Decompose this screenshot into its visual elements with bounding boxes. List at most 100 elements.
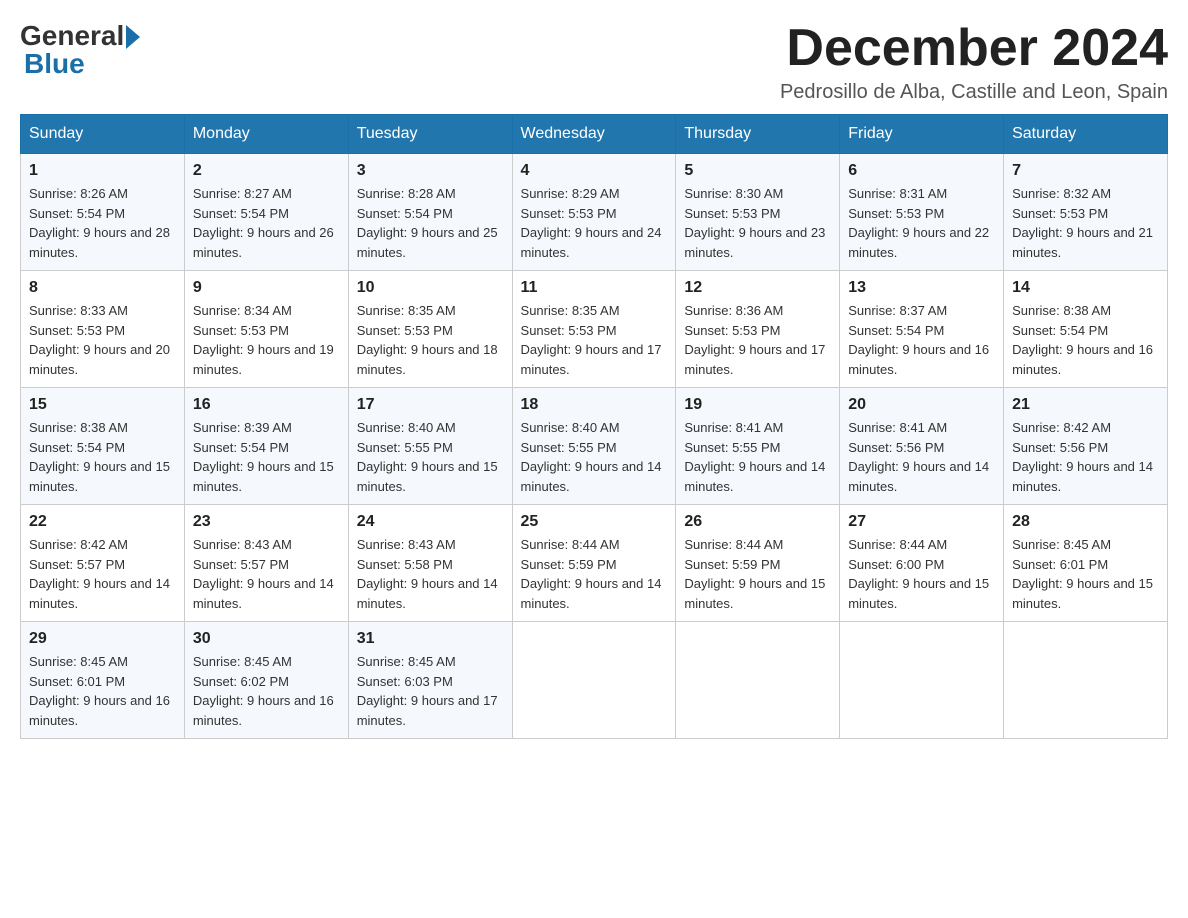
day-info: Sunrise: 8:39 AMSunset: 5:54 PMDaylight:…: [193, 418, 340, 496]
calendar-cell: 23Sunrise: 8:43 AMSunset: 5:57 PMDayligh…: [184, 505, 348, 622]
day-info: Sunrise: 8:37 AMSunset: 5:54 PMDaylight:…: [848, 301, 995, 379]
day-info: Sunrise: 8:41 AMSunset: 5:56 PMDaylight:…: [848, 418, 995, 496]
calendar-cell: [840, 622, 1004, 739]
day-info: Sunrise: 8:44 AMSunset: 5:59 PMDaylight:…: [684, 535, 831, 613]
day-info: Sunrise: 8:27 AMSunset: 5:54 PMDaylight:…: [193, 184, 340, 262]
calendar-cell: 18Sunrise: 8:40 AMSunset: 5:55 PMDayligh…: [512, 388, 676, 505]
day-info: Sunrise: 8:45 AMSunset: 6:01 PMDaylight:…: [29, 652, 176, 730]
calendar-cell: 8 Sunrise: 8:33 AMSunset: 5:53 PMDaylight…: [21, 271, 185, 388]
calendar-cell: 10 Sunrise: 8:35 AMSunset: 5:53 PMDayligh…: [348, 271, 512, 388]
calendar-cell: [512, 622, 676, 739]
calendar-cell: 28 Sunrise: 8:45 AMSunset: 6:01 PMDayligh…: [1004, 505, 1168, 622]
day-number: 28: [1012, 513, 1159, 531]
day-number: 1: [29, 162, 176, 180]
day-number: 16: [193, 396, 340, 414]
calendar-cell: 1 Sunrise: 8:26 AMSunset: 5:54 PMDaylight…: [21, 154, 185, 271]
day-number: 2: [193, 162, 340, 180]
day-info: Sunrise: 8:44 AMSunset: 6:00 PMDaylight:…: [848, 535, 995, 613]
calendar-cell: 17 Sunrise: 8:40 AMSunset: 5:55 PMDayligh…: [348, 388, 512, 505]
day-info: Sunrise: 8:26 AMSunset: 5:54 PMDaylight:…: [29, 184, 176, 262]
day-number: 30: [193, 630, 340, 648]
day-number: 6: [848, 162, 995, 180]
day-info: Sunrise: 8:29 AMSunset: 5:53 PMDaylight:…: [521, 184, 668, 262]
calendar-cell: 24 Sunrise: 8:43 AMSunset: 5:58 PMDayligh…: [348, 505, 512, 622]
day-info: Sunrise: 8:28 AMSunset: 5:54 PMDaylight:…: [357, 184, 504, 262]
day-number: 10: [357, 279, 504, 297]
calendar-cell: 31Sunrise: 8:45 AMSunset: 6:03 PMDayligh…: [348, 622, 512, 739]
col-header-sunday: Sunday: [21, 115, 185, 154]
col-header-thursday: Thursday: [676, 115, 840, 154]
day-info: Sunrise: 8:43 AMSunset: 5:58 PMDaylight:…: [357, 535, 504, 613]
col-header-friday: Friday: [840, 115, 1004, 154]
calendar-cell: 22 Sunrise: 8:42 AMSunset: 5:57 PMDayligh…: [21, 505, 185, 622]
calendar-cell: 11 Sunrise: 8:35 AMSunset: 5:53 PMDayligh…: [512, 271, 676, 388]
calendar-week-1: 1 Sunrise: 8:26 AMSunset: 5:54 PMDaylight…: [21, 154, 1168, 271]
day-number: 22: [29, 513, 176, 531]
day-number: 17: [357, 396, 504, 414]
day-number: 19: [684, 396, 831, 414]
calendar-week-3: 15 Sunrise: 8:38 AMSunset: 5:54 PMDayligh…: [21, 388, 1168, 505]
day-number: 11: [521, 279, 668, 297]
col-header-tuesday: Tuesday: [348, 115, 512, 154]
calendar-cell: 4 Sunrise: 8:29 AMSunset: 5:53 PMDaylight…: [512, 154, 676, 271]
title-block: December 2024 Pedrosillo de Alba, Castil…: [780, 20, 1168, 104]
calendar-cell: [676, 622, 840, 739]
day-number: 14: [1012, 279, 1159, 297]
day-info: Sunrise: 8:38 AMSunset: 5:54 PMDaylight:…: [29, 418, 176, 496]
calendar-week-2: 8 Sunrise: 8:33 AMSunset: 5:53 PMDaylight…: [21, 271, 1168, 388]
col-header-monday: Monday: [184, 115, 348, 154]
day-number: 25: [521, 513, 668, 531]
day-info: Sunrise: 8:41 AMSunset: 5:55 PMDaylight:…: [684, 418, 831, 496]
calendar-cell: 20 Sunrise: 8:41 AMSunset: 5:56 PMDayligh…: [840, 388, 1004, 505]
calendar-cell: 16 Sunrise: 8:39 AMSunset: 5:54 PMDayligh…: [184, 388, 348, 505]
logo: General Blue: [20, 20, 140, 80]
calendar-cell: 6 Sunrise: 8:31 AMSunset: 5:53 PMDaylight…: [840, 154, 1004, 271]
calendar-cell: 12Sunrise: 8:36 AMSunset: 5:53 PMDayligh…: [676, 271, 840, 388]
day-number: 5: [684, 162, 831, 180]
calendar-cell: 29 Sunrise: 8:45 AMSunset: 6:01 PMDayligh…: [21, 622, 185, 739]
logo-blue-text: Blue: [24, 48, 85, 80]
location-subtitle: Pedrosillo de Alba, Castille and Leon, S…: [780, 81, 1168, 104]
day-number: 13: [848, 279, 995, 297]
calendar-cell: 21Sunrise: 8:42 AMSunset: 5:56 PMDayligh…: [1004, 388, 1168, 505]
day-number: 21: [1012, 396, 1159, 414]
calendar-table: SundayMondayTuesdayWednesdayThursdayFrid…: [20, 114, 1168, 739]
day-info: Sunrise: 8:40 AMSunset: 5:55 PMDaylight:…: [521, 418, 668, 496]
col-header-wednesday: Wednesday: [512, 115, 676, 154]
calendar-cell: 15 Sunrise: 8:38 AMSunset: 5:54 PMDayligh…: [21, 388, 185, 505]
calendar-cell: 30 Sunrise: 8:45 AMSunset: 6:02 PMDayligh…: [184, 622, 348, 739]
calendar-week-4: 22 Sunrise: 8:42 AMSunset: 5:57 PMDayligh…: [21, 505, 1168, 622]
calendar-cell: 5 Sunrise: 8:30 AMSunset: 5:53 PMDaylight…: [676, 154, 840, 271]
day-info: Sunrise: 8:38 AMSunset: 5:54 PMDaylight:…: [1012, 301, 1159, 379]
day-number: 24: [357, 513, 504, 531]
day-info: Sunrise: 8:44 AMSunset: 5:59 PMDaylight:…: [521, 535, 668, 613]
calendar-week-5: 29 Sunrise: 8:45 AMSunset: 6:01 PMDayligh…: [21, 622, 1168, 739]
calendar-cell: 2 Sunrise: 8:27 AMSunset: 5:54 PMDaylight…: [184, 154, 348, 271]
calendar-cell: 7Sunrise: 8:32 AMSunset: 5:53 PMDaylight…: [1004, 154, 1168, 271]
calendar-cell: 19 Sunrise: 8:41 AMSunset: 5:55 PMDayligh…: [676, 388, 840, 505]
day-info: Sunrise: 8:33 AMSunset: 5:53 PMDaylight:…: [29, 301, 176, 379]
day-number: 20: [848, 396, 995, 414]
month-title: December 2024: [780, 20, 1168, 77]
col-header-saturday: Saturday: [1004, 115, 1168, 154]
day-number: 8: [29, 279, 176, 297]
day-info: Sunrise: 8:45 AMSunset: 6:02 PMDaylight:…: [193, 652, 340, 730]
calendar-cell: 14 Sunrise: 8:38 AMSunset: 5:54 PMDayligh…: [1004, 271, 1168, 388]
day-info: Sunrise: 8:35 AMSunset: 5:53 PMDaylight:…: [357, 301, 504, 379]
day-info: Sunrise: 8:32 AMSunset: 5:53 PMDaylight:…: [1012, 184, 1159, 262]
logo-arrow-icon: [126, 25, 140, 49]
day-info: Sunrise: 8:34 AMSunset: 5:53 PMDaylight:…: [193, 301, 340, 379]
day-info: Sunrise: 8:45 AMSunset: 6:01 PMDaylight:…: [1012, 535, 1159, 613]
day-number: 12: [684, 279, 831, 297]
day-number: 29: [29, 630, 176, 648]
day-info: Sunrise: 8:35 AMSunset: 5:53 PMDaylight:…: [521, 301, 668, 379]
day-info: Sunrise: 8:42 AMSunset: 5:57 PMDaylight:…: [29, 535, 176, 613]
day-number: 15: [29, 396, 176, 414]
day-number: 4: [521, 162, 668, 180]
day-info: Sunrise: 8:30 AMSunset: 5:53 PMDaylight:…: [684, 184, 831, 262]
day-info: Sunrise: 8:43 AMSunset: 5:57 PMDaylight:…: [193, 535, 340, 613]
calendar-cell: 25 Sunrise: 8:44 AMSunset: 5:59 PMDayligh…: [512, 505, 676, 622]
day-number: 9: [193, 279, 340, 297]
day-info: Sunrise: 8:40 AMSunset: 5:55 PMDaylight:…: [357, 418, 504, 496]
day-info: Sunrise: 8:31 AMSunset: 5:53 PMDaylight:…: [848, 184, 995, 262]
